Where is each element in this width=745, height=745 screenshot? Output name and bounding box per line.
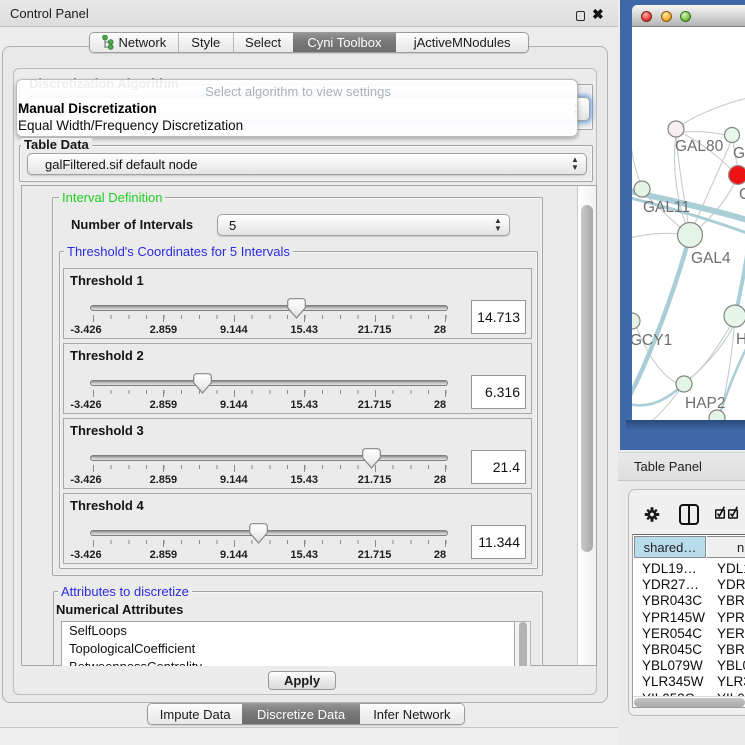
svg-text:HAP2: HAP2 — [685, 395, 726, 412]
svg-text:GAL80: GAL80 — [675, 138, 724, 155]
svg-text:GAL11: GAL11 — [643, 199, 690, 216]
svg-text:GAL4: GAL4 — [691, 250, 731, 267]
svg-text:GA: GA — [733, 145, 745, 162]
svg-text:C: C — [739, 186, 745, 203]
svg-text:H: H — [736, 331, 745, 348]
svg-text:GCY1: GCY1 — [632, 332, 672, 349]
